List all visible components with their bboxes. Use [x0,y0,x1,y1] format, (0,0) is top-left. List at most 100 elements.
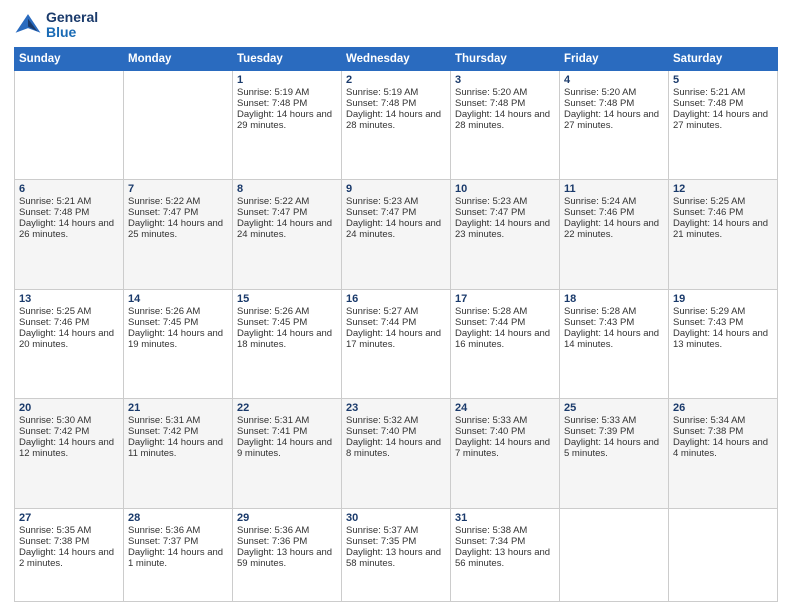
day-info: Daylight: 14 hours and 1 minute. [128,547,228,569]
calendar-cell: 14Sunrise: 5:26 AMSunset: 7:45 PMDayligh… [124,289,233,398]
day-info: Sunrise: 5:24 AM [564,196,664,207]
page: General Blue SundayMondayTuesdayWednesda… [0,0,792,612]
calendar-cell: 23Sunrise: 5:32 AMSunset: 7:40 PMDayligh… [342,399,451,508]
day-number: 6 [19,183,119,195]
day-info: Sunset: 7:39 PM [564,426,664,437]
calendar-cell: 24Sunrise: 5:33 AMSunset: 7:40 PMDayligh… [451,399,560,508]
calendar-week-2: 6Sunrise: 5:21 AMSunset: 7:48 PMDaylight… [15,180,778,289]
calendar-cell: 15Sunrise: 5:26 AMSunset: 7:45 PMDayligh… [233,289,342,398]
day-info: Sunset: 7:45 PM [128,317,228,328]
day-info: Daylight: 14 hours and 5 minutes. [564,437,664,459]
logo-icon [14,11,42,39]
day-number: 23 [346,402,446,414]
calendar-cell: 5Sunrise: 5:21 AMSunset: 7:48 PMDaylight… [669,70,778,179]
day-header-wednesday: Wednesday [342,47,451,70]
day-number: 30 [346,512,446,524]
day-info: Daylight: 14 hours and 17 minutes. [346,328,446,350]
day-info: Daylight: 14 hours and 23 minutes. [455,218,555,240]
day-number: 7 [128,183,228,195]
day-info: Sunrise: 5:30 AM [19,415,119,426]
calendar-cell: 4Sunrise: 5:20 AMSunset: 7:48 PMDaylight… [560,70,669,179]
day-info: Sunset: 7:46 PM [564,207,664,218]
day-info: Sunrise: 5:26 AM [237,306,337,317]
day-number: 4 [564,74,664,86]
day-number: 13 [19,293,119,305]
day-number: 11 [564,183,664,195]
day-info: Sunset: 7:47 PM [455,207,555,218]
day-info: Daylight: 14 hours and 22 minutes. [564,218,664,240]
calendar-cell: 26Sunrise: 5:34 AMSunset: 7:38 PMDayligh… [669,399,778,508]
calendar-cell [124,70,233,179]
day-info: Sunset: 7:38 PM [19,536,119,547]
calendar-week-3: 13Sunrise: 5:25 AMSunset: 7:46 PMDayligh… [15,289,778,398]
day-info: Sunrise: 5:22 AM [128,196,228,207]
day-info: Daylight: 14 hours and 8 minutes. [346,437,446,459]
day-info: Daylight: 14 hours and 4 minutes. [673,437,773,459]
day-info: Sunrise: 5:26 AM [128,306,228,317]
day-info: Sunset: 7:46 PM [673,207,773,218]
day-info: Daylight: 14 hours and 9 minutes. [237,437,337,459]
day-number: 19 [673,293,773,305]
day-info: Sunrise: 5:20 AM [564,87,664,98]
day-number: 5 [673,74,773,86]
day-info: Sunset: 7:47 PM [128,207,228,218]
day-info: Sunset: 7:42 PM [19,426,119,437]
day-header-tuesday: Tuesday [233,47,342,70]
day-header-monday: Monday [124,47,233,70]
day-info: Sunset: 7:48 PM [673,98,773,109]
day-info: Sunrise: 5:21 AM [19,196,119,207]
day-info: Sunset: 7:46 PM [19,317,119,328]
day-info: Daylight: 14 hours and 25 minutes. [128,218,228,240]
day-number: 28 [128,512,228,524]
day-number: 22 [237,402,337,414]
day-info: Daylight: 13 hours and 56 minutes. [455,547,555,569]
calendar-cell: 6Sunrise: 5:21 AMSunset: 7:48 PMDaylight… [15,180,124,289]
day-number: 9 [346,183,446,195]
day-info: Sunrise: 5:22 AM [237,196,337,207]
day-number: 31 [455,512,555,524]
calendar-cell: 13Sunrise: 5:25 AMSunset: 7:46 PMDayligh… [15,289,124,398]
day-number: 2 [346,74,446,86]
day-info: Daylight: 14 hours and 24 minutes. [237,218,337,240]
day-header-thursday: Thursday [451,47,560,70]
day-number: 12 [673,183,773,195]
calendar-cell [669,508,778,601]
day-info: Sunrise: 5:27 AM [346,306,446,317]
day-number: 18 [564,293,664,305]
day-info: Daylight: 14 hours and 28 minutes. [346,109,446,131]
day-info: Daylight: 14 hours and 11 minutes. [128,437,228,459]
day-info: Sunset: 7:38 PM [673,426,773,437]
calendar-cell: 29Sunrise: 5:36 AMSunset: 7:36 PMDayligh… [233,508,342,601]
day-info: Sunrise: 5:28 AM [455,306,555,317]
day-info: Sunset: 7:40 PM [455,426,555,437]
day-info: Sunrise: 5:31 AM [237,415,337,426]
calendar-cell: 9Sunrise: 5:23 AMSunset: 7:47 PMDaylight… [342,180,451,289]
day-info: Sunrise: 5:36 AM [237,525,337,536]
calendar-cell: 10Sunrise: 5:23 AMSunset: 7:47 PMDayligh… [451,180,560,289]
calendar-cell: 8Sunrise: 5:22 AMSunset: 7:47 PMDaylight… [233,180,342,289]
day-info: Sunrise: 5:36 AM [128,525,228,536]
day-info: Sunset: 7:44 PM [455,317,555,328]
calendar-cell: 28Sunrise: 5:36 AMSunset: 7:37 PMDayligh… [124,508,233,601]
day-info: Daylight: 14 hours and 21 minutes. [673,218,773,240]
day-info: Sunrise: 5:38 AM [455,525,555,536]
day-info: Sunrise: 5:33 AM [455,415,555,426]
day-info: Daylight: 14 hours and 27 minutes. [564,109,664,131]
day-info: Sunset: 7:41 PM [237,426,337,437]
day-info: Sunset: 7:47 PM [237,207,337,218]
calendar-cell: 2Sunrise: 5:19 AMSunset: 7:48 PMDaylight… [342,70,451,179]
day-info: Sunset: 7:47 PM [346,207,446,218]
day-info: Daylight: 14 hours and 28 minutes. [455,109,555,131]
day-number: 27 [19,512,119,524]
day-info: Daylight: 14 hours and 16 minutes. [455,328,555,350]
day-info: Sunset: 7:48 PM [237,98,337,109]
day-info: Daylight: 14 hours and 13 minutes. [673,328,773,350]
day-info: Sunset: 7:40 PM [346,426,446,437]
calendar-header-row: SundayMondayTuesdayWednesdayThursdayFrid… [15,47,778,70]
day-info: Sunset: 7:44 PM [346,317,446,328]
day-info: Daylight: 14 hours and 20 minutes. [19,328,119,350]
day-info: Daylight: 14 hours and 2 minutes. [19,547,119,569]
calendar-cell: 3Sunrise: 5:20 AMSunset: 7:48 PMDaylight… [451,70,560,179]
day-header-friday: Friday [560,47,669,70]
calendar-week-5: 27Sunrise: 5:35 AMSunset: 7:38 PMDayligh… [15,508,778,601]
